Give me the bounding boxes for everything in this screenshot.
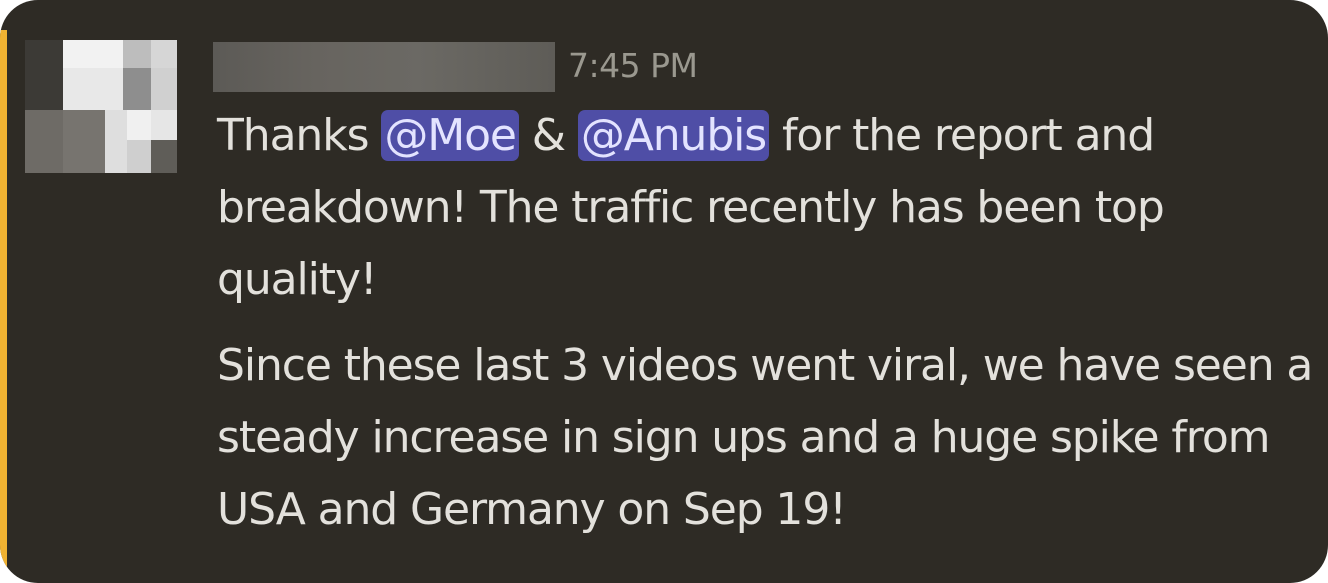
message-text: & (518, 110, 578, 161)
avatar-pixel (123, 40, 151, 68)
message-timestamp: 7:45 PM (568, 46, 698, 85)
message-content: Thanks @Moe & @Anubis for the report and… (217, 100, 1317, 546)
avatar-pixel (63, 40, 123, 68)
message-paragraph: Thanks @Moe & @Anubis for the report and… (217, 100, 1317, 316)
avatar-pixel (127, 140, 151, 173)
avatar-pixel (151, 110, 177, 140)
avatar-pixel (127, 110, 151, 140)
avatar-pixel (123, 68, 151, 110)
avatar[interactable] (25, 40, 177, 173)
mention-highlight-bar (0, 30, 7, 583)
avatar-pixel (25, 110, 63, 173)
avatar-pixel (63, 68, 123, 110)
mention-moe[interactable]: @Moe (381, 110, 519, 161)
username-redacted[interactable] (213, 42, 555, 92)
avatar-pixel (151, 68, 177, 110)
chat-message: 7:45 PM Thanks @Moe & @Anubis for the re… (0, 0, 1328, 583)
avatar-pixel (63, 110, 105, 173)
message-text: Thanks (217, 110, 382, 161)
avatar-pixel (25, 40, 63, 110)
mention-anubis[interactable]: @Anubis (577, 110, 770, 161)
avatar-pixel (151, 140, 177, 173)
avatar-pixel (105, 110, 127, 173)
message-paragraph: Since these last 3 videos went viral, we… (217, 340, 1313, 535)
avatar-pixel (151, 40, 177, 68)
